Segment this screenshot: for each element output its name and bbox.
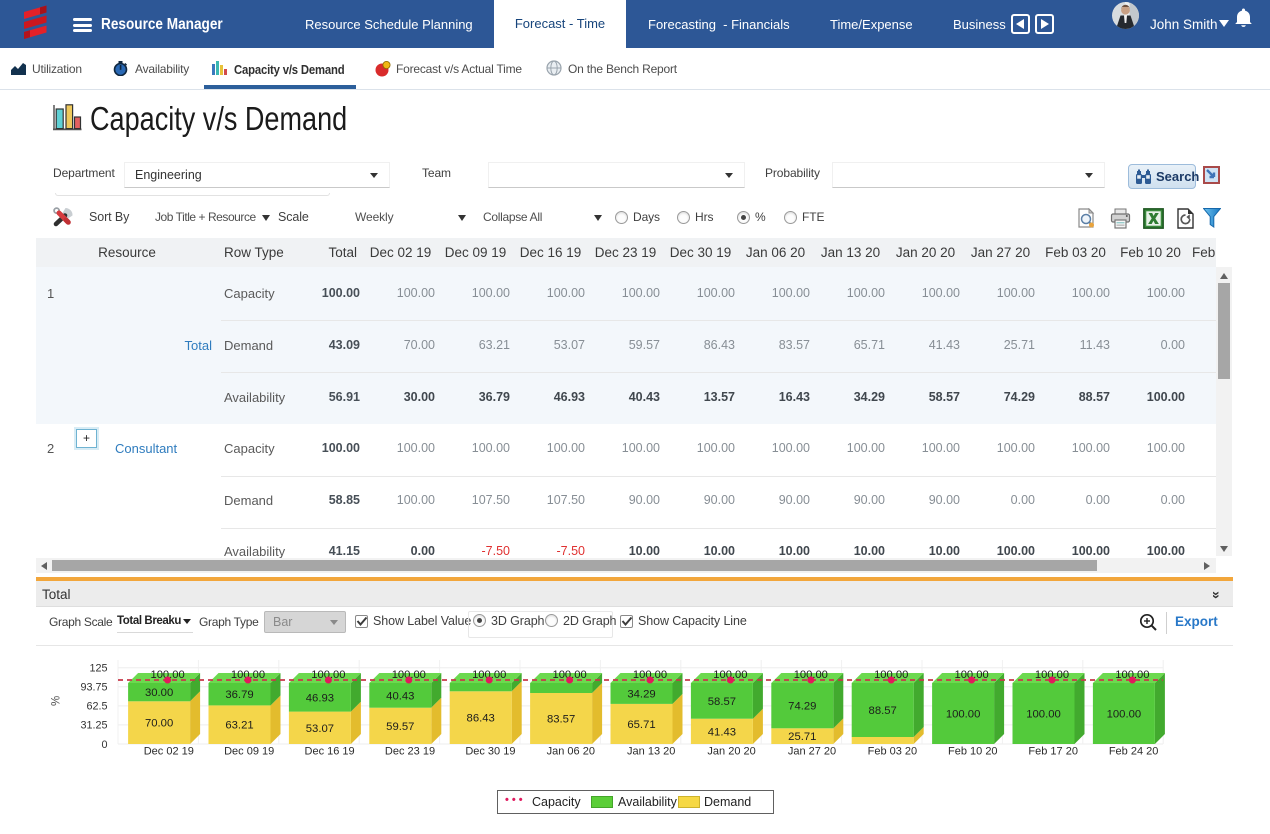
svg-text:125: 125 (89, 663, 107, 675)
svg-text:Jan 06 20: Jan 06 20 (547, 745, 595, 757)
svg-text:74.29: 74.29 (788, 701, 816, 713)
svg-text:34.29: 34.29 (627, 689, 655, 701)
svg-text:100.00: 100.00 (946, 709, 981, 721)
svg-text:70.00: 70.00 (145, 718, 173, 730)
svg-text:41.43: 41.43 (708, 726, 736, 738)
svg-text:65.71: 65.71 (627, 719, 655, 731)
svg-text:Dec 16 19: Dec 16 19 (305, 745, 355, 757)
svg-text:Feb 10 20: Feb 10 20 (948, 745, 998, 757)
svg-text:Dec 02 19: Dec 02 19 (144, 745, 194, 757)
svg-text:58.57: 58.57 (708, 696, 736, 708)
svg-text:88.57: 88.57 (869, 705, 897, 717)
svg-text:%: % (51, 696, 63, 706)
svg-text:46.93: 46.93 (306, 692, 334, 704)
svg-text:0: 0 (101, 739, 107, 751)
svg-text:36.79: 36.79 (225, 689, 253, 701)
svg-text:Jan 20 20: Jan 20 20 (707, 745, 755, 757)
svg-text:Feb 24 20: Feb 24 20 (1109, 745, 1159, 757)
svg-text:86.43: 86.43 (467, 713, 495, 725)
svg-text:30.00: 30.00 (145, 687, 173, 699)
svg-text:Jan 13 20: Jan 13 20 (627, 745, 675, 757)
svg-text:31.25: 31.25 (80, 720, 107, 732)
svg-text:Feb 03 20: Feb 03 20 (868, 745, 918, 757)
svg-text:53.07: 53.07 (306, 723, 334, 735)
svg-text:Dec 23 19: Dec 23 19 (385, 745, 435, 757)
svg-text:25.71: 25.71 (788, 731, 816, 743)
svg-text:Dec 30 19: Dec 30 19 (465, 745, 515, 757)
svg-text:93.75: 93.75 (80, 682, 107, 694)
svg-text:Feb 17 20: Feb 17 20 (1028, 745, 1078, 757)
svg-text:63.21: 63.21 (225, 720, 253, 732)
svg-text:40.43: 40.43 (386, 690, 414, 702)
svg-text:83.57: 83.57 (547, 714, 575, 726)
svg-text:59.57: 59.57 (386, 721, 414, 733)
svg-text:Jan 27 20: Jan 27 20 (788, 745, 836, 757)
svg-text:Dec 09 19: Dec 09 19 (224, 745, 274, 757)
svg-text:100.00: 100.00 (1107, 709, 1142, 721)
svg-text:62.5: 62.5 (86, 701, 107, 713)
svg-text:100.00: 100.00 (1026, 709, 1061, 721)
